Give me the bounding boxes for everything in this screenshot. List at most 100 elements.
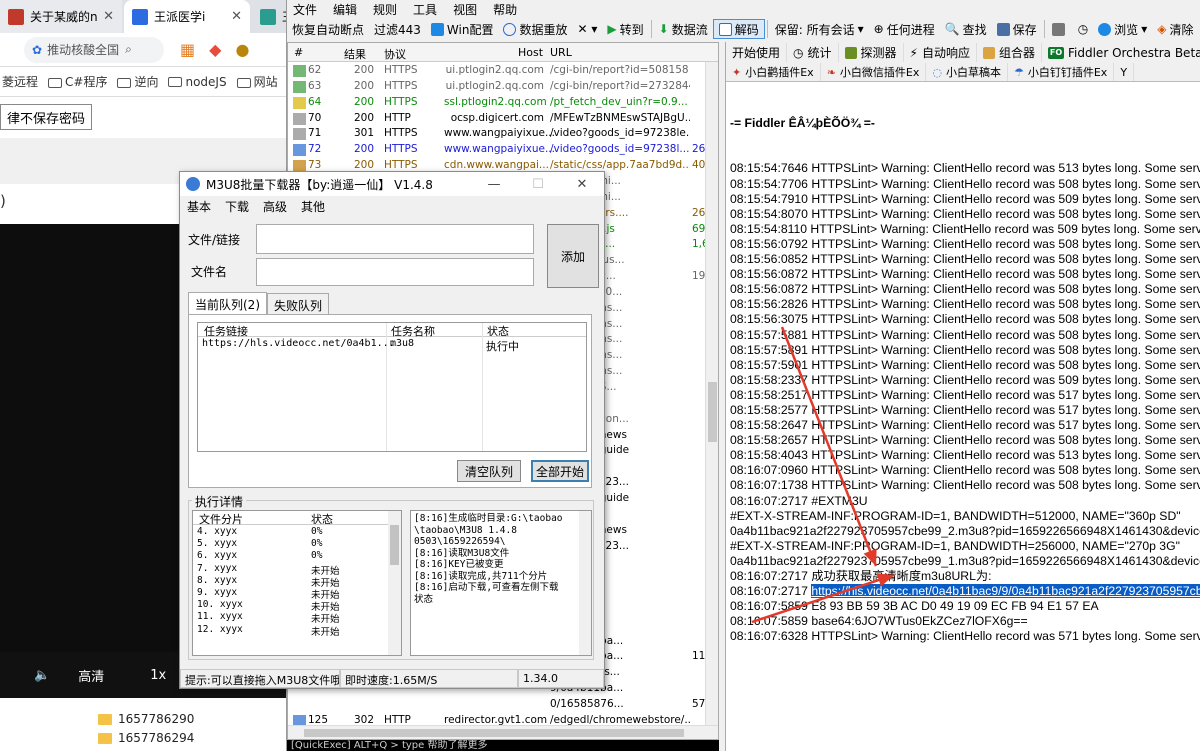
menu-download[interactable]: 下载 [225,198,249,215]
browser-tab-2[interactable]: 王派医学i ✕ [124,0,250,33]
segment-row[interactable]: 8. xyyx 未开始 [197,575,387,589]
segment-row[interactable]: 11. xyyx 未开始 [197,611,387,625]
menu-advanced[interactable]: 高级 [263,198,287,215]
menu-edit[interactable]: 编辑 [333,1,357,18]
clear-cache-button[interactable]: ◈ 清除 [1152,19,1198,39]
minimize-button[interactable]: — [472,177,516,192]
speed-button[interactable]: 1x [150,668,166,683]
menu-basic[interactable]: 基本 [187,198,211,215]
column-header-name[interactable]: 任务名称 [391,323,435,339]
column-header-segment-status[interactable]: 状态 [311,511,333,527]
session-row[interactable]: 70 200 HTTP ocsp.digicert.com/MFEwTzBNMEswS… [288,111,718,127]
tab-get-started[interactable]: 开始使用 [726,43,788,62]
browser-tab-1[interactable]: 关于某威的n ✕ [0,0,122,33]
scrollbar-thumb[interactable] [304,729,684,737]
go-button[interactable]: ▶ 转到 [602,19,648,39]
stream-button[interactable]: ⬇ 数据流 [654,19,713,39]
quality-button[interactable]: 高清 [78,666,104,685]
session-list-scrollbar[interactable] [705,62,718,727]
menu-help[interactable]: 帮助 [493,1,517,18]
segment-table-scrollbar[interactable] [388,511,401,655]
list-item[interactable]: 1657786290 [98,710,194,728]
close-icon[interactable]: ✕ [231,9,242,24]
queue-table[interactable]: 任务链接 任务名称 状态 https://hls.videocc.net/0a4… [197,322,587,452]
m3u8-title-bar[interactable]: M3U8批量下载器【by:逍遥一仙】 V1.4.8 — ☐ ✕ [180,172,604,196]
filter-443-button[interactable]: 过滤443 [369,19,426,39]
close-icon[interactable]: ✕ [103,9,114,24]
clear-queue-button[interactable]: 清空队列 [457,460,521,482]
remove-button[interactable]: ✕ ▾ [572,19,602,39]
table-row[interactable]: https://hls.videocc.net/0a4b1... m3u8 执行… [198,338,586,353]
find-button[interactable]: 🔍 查找 [940,19,992,39]
maximize-button[interactable]: ☐ [516,177,560,192]
save-button[interactable]: 保存 [992,19,1042,39]
segment-row[interactable]: 9. xyyx 未开始 [197,587,387,601]
never-save-password-button[interactable]: 律不保存密码 [0,104,93,130]
close-button[interactable]: ✕ [560,177,604,192]
windows-icon[interactable]: ▦ [180,40,195,59]
column-header-num[interactable]: # [294,46,303,59]
segment-row[interactable]: 5. xyyx 0% [197,538,387,550]
timer-button[interactable]: ◷ [1073,19,1093,39]
bookmark-item[interactable]: 菱远程 [2,73,38,90]
resume-breakpoints-button[interactable]: 恢复自动断点 [287,19,369,39]
menu-tools[interactable]: 工具 [413,1,437,18]
tab-xiaobai-wechat[interactable]: ❧ 小白微信插件Ex [821,63,927,81]
session-row[interactable]: 71 301 HTTPS www.wangpaiyixue.../video?good… [288,126,718,142]
bookmark-folder[interactable]: 逆向 [117,73,158,90]
segment-row[interactable]: 10. xyyx 未开始 [197,599,387,613]
column-header-protocol[interactable]: 协议 [384,46,406,62]
menu-file[interactable]: 文件 [293,1,317,18]
menu-other[interactable]: 其他 [301,198,325,215]
tab-xiaobai-dingtalk[interactable]: ☂ 小白钉钉插件Ex [1008,63,1115,81]
column-header-status[interactable]: 状态 [487,323,509,339]
session-row[interactable]: 64 200 HTTPS ssl.ptlogin2.qq.com/pt_fetch_d… [288,95,718,111]
menu-rules[interactable]: 规则 [373,1,397,18]
segment-row[interactable]: 7. xyyx 未开始 [197,563,387,577]
session-row[interactable]: 63 200 HTTPS ui.ptlogin2.qq.com/cgi-bin/rep… [288,79,718,95]
segment-row[interactable]: 6. xyyx 0% [197,550,387,562]
tab-xiaobai-plugin[interactable]: ✦ 小白鹳插件Ex [726,63,821,81]
session-list-hscrollbar[interactable] [288,725,718,739]
search-icon[interactable]: ⌕ [125,42,132,57]
column-header-link[interactable]: 任务链接 [204,323,248,339]
game-icon[interactable]: ◆ [209,40,221,59]
replay-button[interactable]: 数据重放 [498,19,572,39]
session-row[interactable]: 62 200 HTTPS ui.ptlogin2.qq.com/cgi-bin/rep… [288,63,718,79]
decode-button[interactable]: 解码 [712,19,765,39]
segment-row[interactable]: 4. xyyx 0% [197,526,387,538]
execution-log[interactable]: [8:16]生成临时目录:G:\taobao \taobao\M3U8 1.4.… [410,510,592,656]
selected-m3u8-url[interactable]: https://hls.videocc.net/0a4b11bac9/9/0a4… [811,584,1200,599]
tab-more[interactable]: Y [1114,63,1135,81]
file-name-input[interactable] [256,258,534,286]
screenshot-button[interactable] [1047,19,1073,39]
cookie-icon[interactable]: ● [235,40,249,59]
file-link-input[interactable] [256,224,534,254]
menu-view[interactable]: 视图 [453,1,477,18]
scrollbar-thumb[interactable] [390,525,399,565]
session-row[interactable]: 0/16585876... 572 [288,697,718,713]
segment-row[interactable]: 12. xyyx 未开始 [197,624,387,638]
execution-log-scrollbar[interactable] [579,511,591,655]
volume-icon[interactable]: 🔈 [34,668,50,683]
quickexec-input[interactable]: [QuickExec] ALT+Q > type 帮助了解更多 [287,740,719,751]
column-header-url[interactable]: URL [550,46,572,59]
tab-statistics[interactable]: ◷ 统计 [787,43,839,62]
bookmark-folder[interactable]: 网站 [236,73,278,90]
bookmark-folder[interactable]: nodeJS [168,75,227,89]
process-filter-button[interactable]: ⊕ 任何进程 [869,19,940,39]
tab-xiaobai-draft[interactable]: ◌ 小白草稿本 [926,63,1008,81]
tab-orchestra[interactable]: FO Fiddler Orchestra Beta [1042,43,1200,62]
column-header-result[interactable]: 结果 [344,46,366,62]
tab-composer[interactable]: 组合器 [977,43,1042,62]
tab-failed-queue[interactable]: 失败队列 [267,293,330,315]
segment-table[interactable]: 文件分片 状态 4. xyyx 0% 5. xyyx 0% 6. xyyx 0% 7. xy… [192,510,402,656]
start-all-button[interactable]: 全部开始 [531,460,589,482]
session-row[interactable]: 72 200 HTTPS www.wangpaiyixue.../video?good… [288,142,718,158]
event-log[interactable]: -= Fiddler ÊÂ¼þÈÕÖ¾ =- 08:15:54:7646 HTT… [730,86,1200,746]
scrollbar-thumb[interactable] [708,382,717,442]
list-item[interactable]: 1657786294 [98,729,194,747]
win-config-button[interactable]: Win配置 [426,19,499,39]
bookmark-folder[interactable]: C#程序 [48,73,107,90]
add-button[interactable]: 添加 [547,224,599,288]
